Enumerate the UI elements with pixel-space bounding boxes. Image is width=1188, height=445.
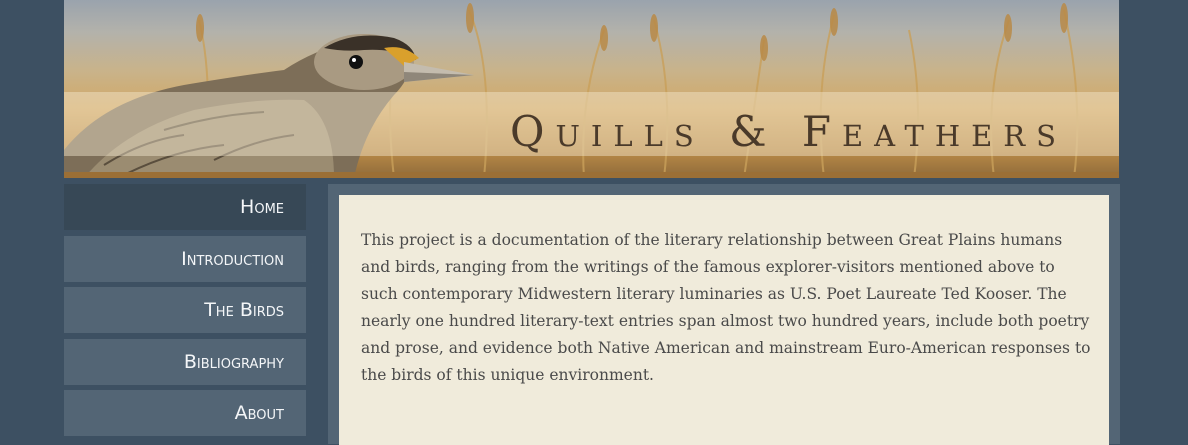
nav-item-about[interactable]: About	[64, 390, 306, 436]
content-panel: This project is a documentation of the l…	[339, 195, 1109, 445]
nav-item-home[interactable]: Home	[64, 184, 306, 230]
nav-item-the-birds[interactable]: The Birds	[64, 287, 306, 333]
page: Quills & Feathers Home Introduction The …	[0, 0, 1188, 445]
site-banner: Quills & Feathers	[64, 0, 1119, 178]
banner-divider	[64, 172, 1119, 178]
intro-paragraph: This project is a documentation of the l…	[361, 231, 1091, 384]
sidebar-nav: Home Introduction The Birds Bibliography…	[64, 184, 306, 442]
site-title: Quills & Feathers	[510, 107, 1067, 156]
nav-item-introduction[interactable]: Introduction	[64, 235, 306, 282]
nav-item-bibliography[interactable]: Bibliography	[64, 338, 306, 385]
